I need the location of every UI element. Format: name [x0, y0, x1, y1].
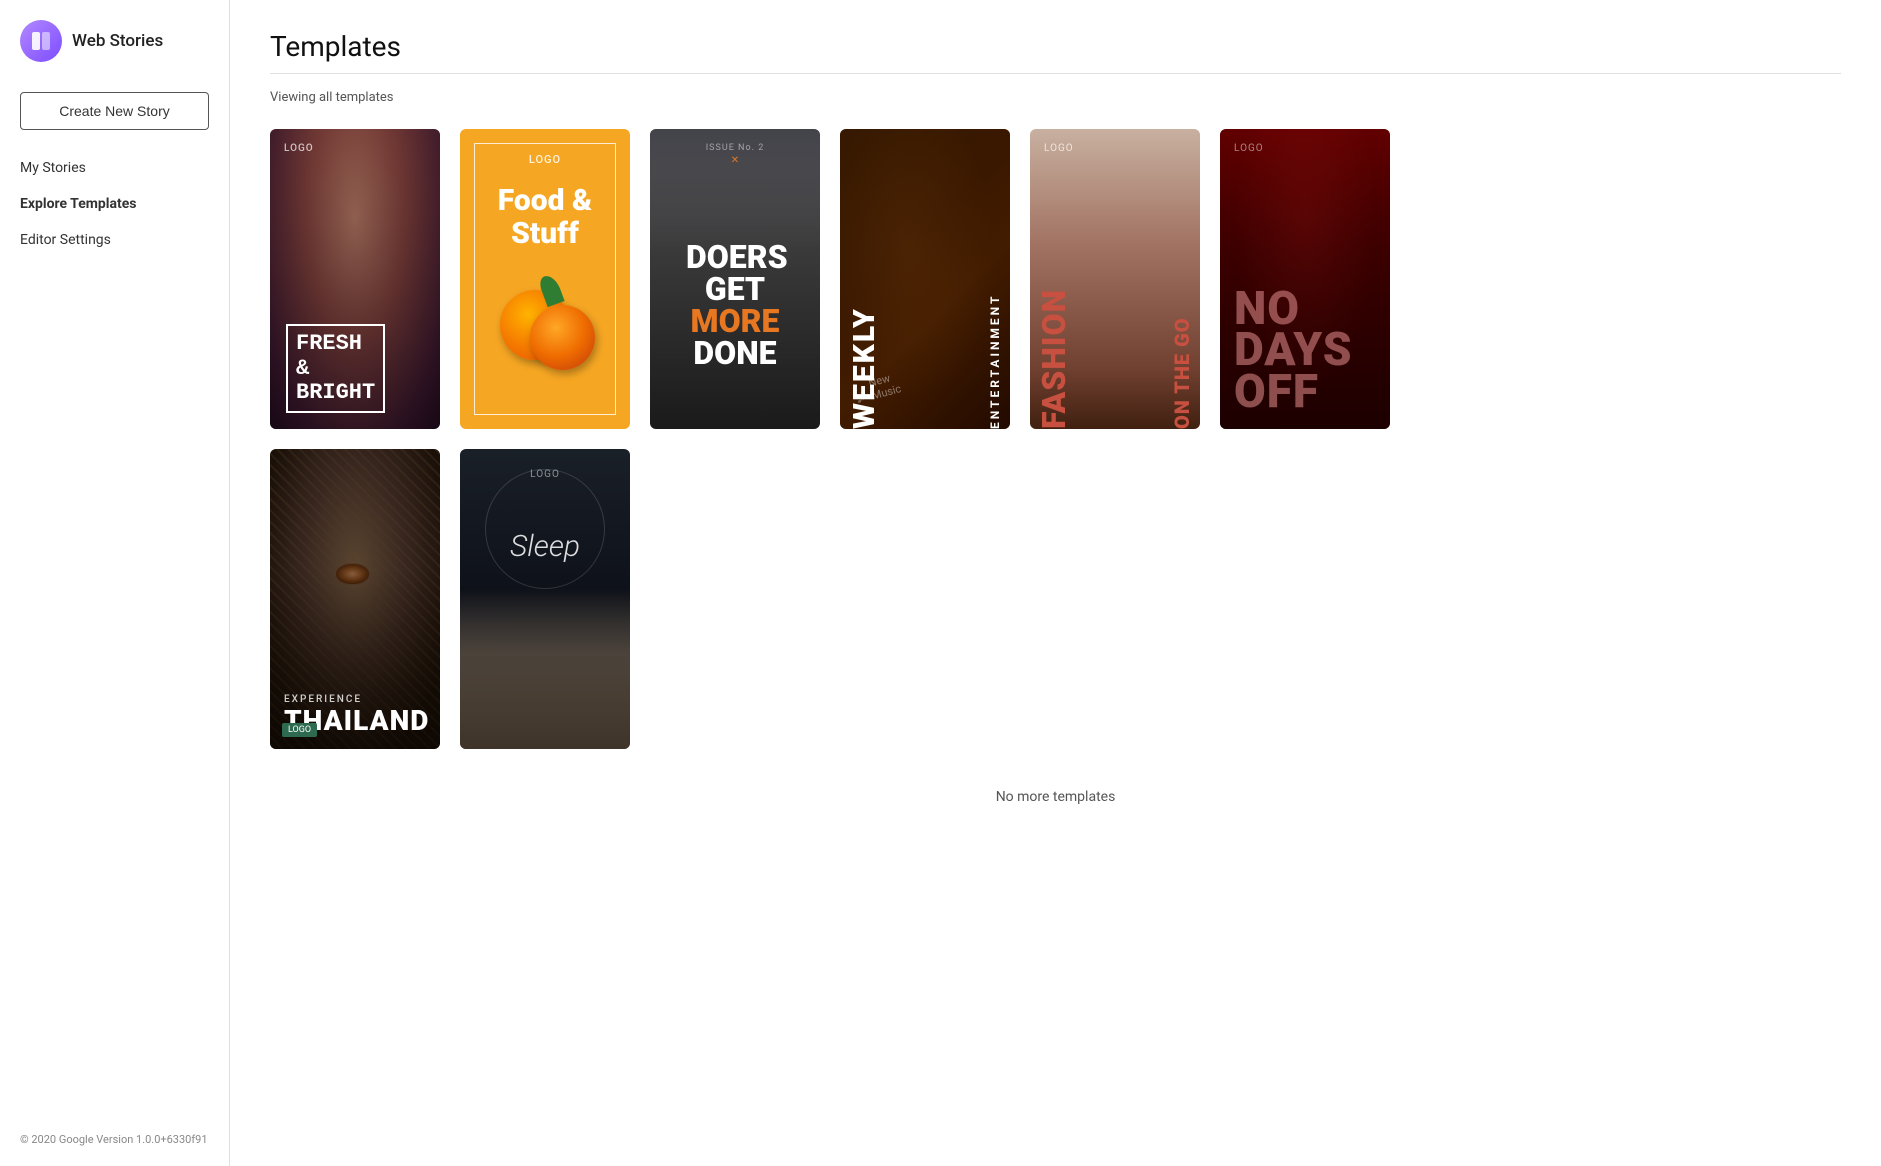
logo-badge-fresh: LOGO [284, 143, 314, 154]
no-more-text: No more templates [996, 789, 1116, 805]
sidebar-logo: Web Stories [0, 20, 229, 92]
templates-grid-row2: EXPERIENCE THAILAND LOGO LOGO Sleep [270, 449, 1841, 749]
template-card-food-stuff[interactable]: LOGO Food &Stuff [460, 129, 630, 429]
page-title: Templates [270, 30, 1841, 63]
template-card-sleep[interactable]: LOGO Sleep [460, 449, 630, 749]
sidebar-footer: © 2020 Google Version 1.0.0+6330f91 [0, 1133, 229, 1146]
logo-badge-sleep: LOGO [530, 469, 560, 480]
nodays-text: NODAYSOFF [1234, 289, 1376, 413]
sidebar-item-my-stories[interactable]: My Stories [20, 150, 209, 186]
template-card-doers[interactable]: ISSUE No. 2 ✕ DOERSGET MORE DONE [650, 129, 820, 429]
sidebar-item-editor-settings[interactable]: Editor Settings [20, 222, 209, 258]
logo-badge-food: LOGO [529, 153, 561, 166]
sidebar-nav: My Stories Explore Templates Editor Sett… [0, 150, 229, 258]
onthego-text: ON THE GO [1172, 317, 1192, 429]
logo-badge-thailand: LOGO [282, 723, 317, 737]
divider [270, 73, 1841, 74]
fashion-text: FASHION [1038, 289, 1070, 429]
logo-icon [20, 20, 62, 62]
issue-label: ISSUE No. 2 [706, 143, 765, 153]
issue-x: ✕ [731, 155, 739, 166]
weekly-text: WEEKLY [850, 307, 880, 429]
entertainment-text: ENTERTAINMENT [988, 294, 1002, 429]
sleep-title: Sleep [460, 529, 630, 564]
template-card-fresh-bright[interactable]: LOGO FRESH&BRIGHT [270, 129, 440, 429]
footer-text: © 2020 Google Version 1.0.0+6330f91 [20, 1133, 208, 1146]
food-title: Food &Stuff [498, 184, 592, 250]
sidebar: Web Stories Create New Story My Stories … [0, 0, 230, 1166]
main-content: Templates Viewing all templates LOGO FRE… [230, 0, 1881, 1166]
no-more-templates: No more templates [270, 769, 1841, 835]
create-new-story-button[interactable]: Create New Story [20, 92, 209, 130]
fresh-bright-text: FRESH&BRIGHT [286, 324, 424, 413]
doers-text: DOERSGET MORE DONE [666, 221, 804, 389]
template-card-weekly-entertainment[interactable]: WEEKLY ENTERTAINMENT ♪ NewMusic [840, 129, 1010, 429]
templates-grid: LOGO FRESH&BRIGHT LOGO Food &Stuff ISS [270, 129, 1841, 429]
viewing-text: Viewing all templates [270, 90, 1841, 105]
sidebar-item-explore-templates[interactable]: Explore Templates [20, 186, 209, 222]
music-note-icon: ♪ [856, 384, 866, 409]
logo-badge-nodays: LOGO [1234, 143, 1264, 154]
template-card-thailand[interactable]: EXPERIENCE THAILAND LOGO [270, 449, 440, 749]
logo-text: Web Stories [72, 31, 163, 51]
template-card-fashion[interactable]: LOGO FASHION ON THE GO [1030, 129, 1200, 429]
template-card-no-days-off[interactable]: LOGO NODAYSOFF [1220, 129, 1390, 429]
